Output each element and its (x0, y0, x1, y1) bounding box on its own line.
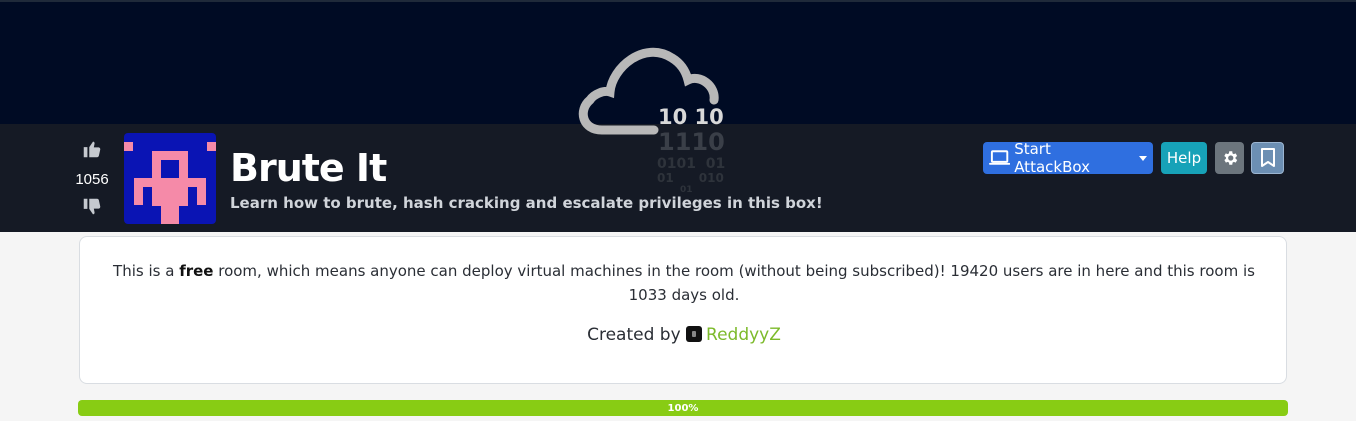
svg-text:10 10: 10 10 (658, 105, 724, 129)
start-attackbox-label: Start AttackBox (1014, 140, 1090, 176)
help-button[interactable]: Help (1161, 142, 1207, 174)
settings-button[interactable] (1215, 142, 1244, 174)
cloud-binary-logo: 10 10 1110 0101 01 01 010 01 (578, 47, 725, 195)
bookmark-icon (1260, 148, 1275, 167)
room-info-card: This is a free room, which means anyone … (79, 236, 1287, 384)
svg-text:1110: 1110 (658, 128, 725, 156)
gear-icon (1223, 151, 1237, 165)
start-attackbox-button[interactable]: Start AttackBox (983, 140, 1153, 176)
created-by: Created by ReddyyZ (587, 325, 781, 345)
bookmark-button[interactable] (1251, 142, 1284, 174)
progress-fill: 100% (78, 400, 1288, 416)
room-avatar (124, 133, 216, 224)
vote-count: 1056 (75, 171, 109, 188)
creator-link[interactable]: ReddyyZ (706, 325, 781, 345)
progress-label: 100% (667, 402, 699, 414)
svg-text:01 010: 01 010 (657, 171, 724, 185)
svg-text:0101 01: 0101 01 (657, 156, 725, 172)
room-subtitle: Learn how to brute, hash cracking and es… (230, 194, 823, 212)
vote-widget: 1056 (72, 138, 112, 223)
dropdown-caret-icon[interactable] (1139, 155, 1147, 161)
room-progress-bar: 100% (78, 400, 1288, 416)
room-title: Brute It (230, 146, 387, 190)
room-info-text: This is a free room, which means anyone … (113, 262, 1255, 304)
laptop-icon (989, 150, 1011, 165)
thumbs-down-icon[interactable] (81, 196, 103, 218)
creator-avatar (686, 326, 703, 342)
thumbs-up-icon[interactable] (81, 138, 103, 160)
free-badge-text: free (179, 262, 214, 280)
